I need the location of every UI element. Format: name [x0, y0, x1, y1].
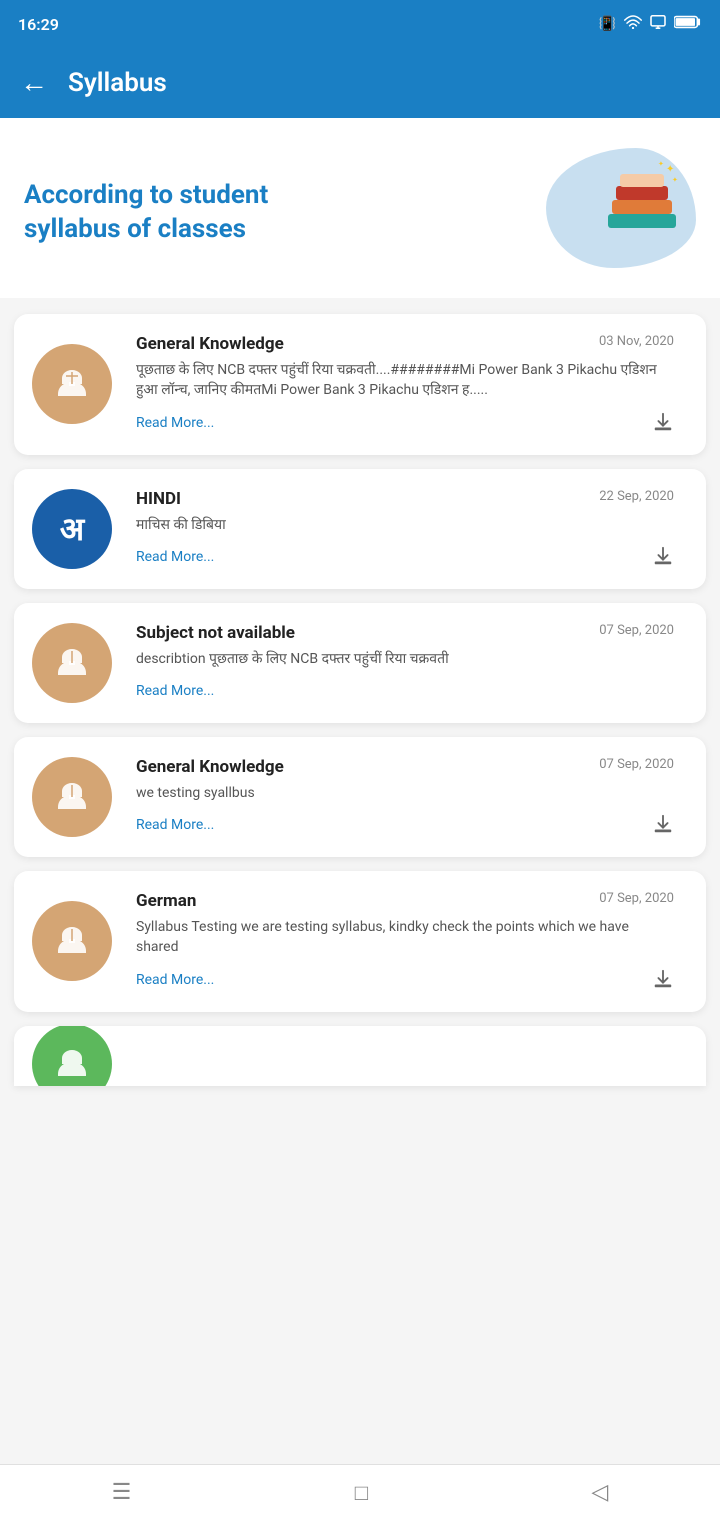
download-button[interactable]	[652, 545, 674, 569]
partial-card	[14, 1026, 706, 1086]
card-icon	[32, 344, 112, 424]
read-more-link[interactable]: Read More...	[136, 972, 214, 988]
card-content: German 07 Sep, 2020 Syllabus Testing we …	[136, 891, 674, 958]
card-date: 07 Sep, 2020	[599, 623, 674, 638]
card-footer: Read More...	[136, 411, 674, 435]
svg-text:✦: ✦	[658, 160, 664, 168]
card-footer: Read More...	[136, 968, 674, 992]
card-content: HINDI 22 Sep, 2020 माचिस की डिबिया	[136, 489, 674, 535]
card-description: पूछताछ के लिए NCB दफ्तर पहुंचीं रिया चक्…	[136, 360, 674, 401]
card-footer: Read More...	[136, 683, 674, 699]
book-hand-icon	[50, 775, 94, 819]
syllabus-card: General Knowledge 07 Sep, 2020 we testin…	[14, 737, 706, 857]
books-illustration: ✦ ✦ ✦	[598, 156, 688, 236]
partial-card-icon	[32, 1026, 112, 1086]
book-hand-icon	[50, 919, 94, 963]
download-button[interactable]	[652, 968, 674, 992]
card-icon	[32, 901, 112, 981]
card-description: Syllabus Testing we are testing syllabus…	[136, 917, 674, 958]
card-description: describtion पूछताछ के लिए NCB दफ्तर पहुं…	[136, 649, 674, 669]
svg-text:✦: ✦	[672, 176, 678, 184]
card-title: General Knowledge	[136, 757, 284, 777]
card-date: 22 Sep, 2020	[599, 489, 674, 504]
bottom-nav: ☰ □ ◁	[0, 1464, 720, 1520]
read-more-link[interactable]: Read More...	[136, 415, 214, 431]
read-more-link[interactable]: Read More...	[136, 549, 214, 565]
status-time: 16:29	[18, 15, 59, 34]
wifi-icon	[624, 15, 642, 33]
card-description: माचिस की डिबिया	[136, 515, 674, 535]
content-area: General Knowledge 03 Nov, 2020 पूछताछ के…	[0, 298, 720, 1102]
card-description: we testing syallbus	[136, 783, 674, 803]
book-icon-green	[50, 1042, 94, 1086]
status-bar: 16:29 📳	[0, 0, 720, 48]
hero-image: ✦ ✦ ✦	[536, 148, 696, 278]
download-button[interactable]	[652, 411, 674, 435]
syllabus-card: General Knowledge 03 Nov, 2020 पूछताछ के…	[14, 314, 706, 455]
status-icons-group: 📳	[599, 15, 702, 33]
syllabus-card: Subject not available 07 Sep, 2020 descr…	[14, 603, 706, 723]
card-content: General Knowledge 07 Sep, 2020 we testin…	[136, 757, 674, 803]
card-icon-hindi: अ	[32, 489, 112, 569]
card-content: General Knowledge 03 Nov, 2020 पूछताछ के…	[136, 334, 674, 401]
hero-text: According to student syllabus of classes	[24, 179, 536, 247]
svg-text:✦: ✦	[666, 164, 674, 175]
hero-section: According to student syllabus of classes…	[0, 118, 720, 298]
home-nav-button[interactable]: □	[355, 1480, 368, 1506]
card-footer: Read More...	[136, 545, 674, 569]
syllabus-card: German 07 Sep, 2020 Syllabus Testing we …	[14, 871, 706, 1012]
card-title: German	[136, 891, 196, 911]
back-button[interactable]: ←	[20, 69, 48, 97]
header: ← Syllabus	[0, 48, 720, 118]
card-date: 07 Sep, 2020	[599, 891, 674, 906]
screen-icon	[650, 15, 666, 33]
card-title: HINDI	[136, 489, 181, 509]
back-nav-button[interactable]: ◁	[591, 1480, 608, 1505]
card-date: 03 Nov, 2020	[599, 334, 674, 349]
read-more-link[interactable]: Read More...	[136, 683, 214, 699]
syllabus-card: अ HINDI 22 Sep, 2020 माचिस की डिबिया Rea…	[14, 469, 706, 589]
card-title: General Knowledge	[136, 334, 284, 354]
card-content: Subject not available 07 Sep, 2020 descr…	[136, 623, 674, 669]
book-hand-icon	[50, 362, 94, 406]
vibrate-icon: 📳	[599, 16, 616, 32]
download-button[interactable]	[652, 813, 674, 837]
hindi-char: अ	[60, 507, 84, 550]
read-more-link[interactable]: Read More...	[136, 817, 214, 833]
card-footer: Read More...	[136, 813, 674, 837]
menu-nav-button[interactable]: ☰	[112, 1480, 132, 1505]
card-title: Subject not available	[136, 623, 295, 643]
card-icon	[32, 757, 112, 837]
page-title: Syllabus	[68, 68, 167, 98]
battery-icon	[674, 15, 702, 33]
book-hand-icon	[50, 641, 94, 685]
hero-title: According to student syllabus of classes	[24, 179, 536, 247]
card-icon	[32, 623, 112, 703]
card-date: 07 Sep, 2020	[599, 757, 674, 772]
